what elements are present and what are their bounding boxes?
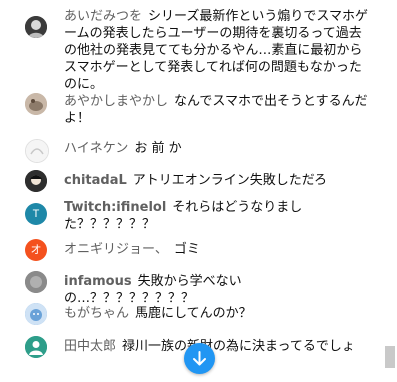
message-text-block: オニギリジョー、 ゴミ	[64, 241, 369, 258]
avatar-image-icon	[25, 170, 47, 192]
author-name[interactable]: 田中太郎	[64, 339, 116, 354]
user-avatar[interactable]	[25, 139, 49, 163]
author-name[interactable]: あいだみつを	[64, 9, 142, 24]
author-name[interactable]: ハイネケン	[64, 141, 128, 156]
scrollbar-thumb[interactable]	[385, 346, 395, 368]
author-name[interactable]: Twitch:ifinelol	[64, 200, 166, 215]
message-body: 禄川一族の新財の為に決まってるでしょ	[122, 339, 355, 354]
author-name[interactable]: あやかしまやかし	[64, 94, 168, 109]
message-body: 馬鹿にしてんのか？	[135, 306, 252, 321]
message-body: ゴミ	[173, 242, 200, 257]
vertical-scrollbar[interactable]	[385, 0, 397, 382]
avatar-image-icon	[26, 140, 48, 162]
message-text-block: 田中太郎 禄川一族の新財の為に決まってるでしょ	[64, 338, 369, 355]
message-text-block: ハイネケンお 前 か	[64, 140, 369, 157]
message-text-block: chitadaL アトリエオンライン失敗しただろ	[64, 172, 369, 189]
avatar-image-icon	[25, 16, 47, 38]
user-avatar[interactable]	[25, 303, 47, 325]
message-text-block: あやかしまやかし なんでスマホで出そうとするんだよ！	[64, 93, 369, 127]
user-avatar[interactable]	[25, 271, 47, 293]
user-avatar[interactable]: T	[25, 203, 47, 225]
jump-to-bottom-button[interactable]	[184, 343, 215, 374]
author-name[interactable]: infamous	[64, 274, 132, 289]
avatar-image-icon	[25, 303, 47, 325]
message-text-block: infamous 失敗から学べないの…？？？？？？？？	[64, 273, 369, 307]
user-avatar[interactable]	[25, 16, 47, 38]
message-text-block: もがちゃん 馬鹿にしてんのか？	[64, 305, 369, 322]
user-avatar[interactable]	[25, 93, 47, 115]
message-text-block: Twitch:ifinelol それらはどうなりました？？？？？？	[64, 199, 369, 233]
message-body: お 前 か	[134, 141, 182, 156]
user-avatar[interactable]	[25, 170, 47, 192]
author-name[interactable]: オニギリジョー、	[64, 242, 168, 257]
default-user-icon	[25, 336, 47, 358]
message-body: アトリエオンライン失敗しただろ	[132, 173, 327, 188]
user-avatar[interactable]	[25, 336, 47, 358]
user-avatar[interactable]: オ	[25, 239, 47, 261]
message-text-block: あいだみつを シリーズ最新作という煽りでスマホゲームの発表したらユーザーの期待を裏…	[64, 8, 369, 93]
chat-feed: あいだみつを シリーズ最新作という煽りでスマホゲームの発表したらユーザーの期待を裏…	[0, 0, 380, 382]
avatar-image-icon	[25, 93, 47, 115]
author-name[interactable]: chitadaL	[64, 173, 127, 188]
arrow-down-icon	[193, 351, 206, 366]
avatar-image-icon	[25, 271, 47, 293]
author-name[interactable]: もがちゃん	[64, 306, 129, 321]
